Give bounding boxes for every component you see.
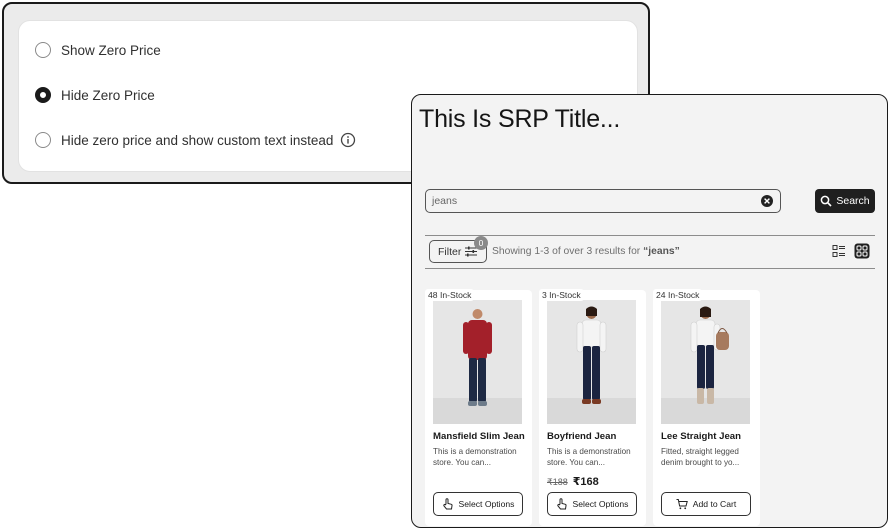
pointer-hand-icon bbox=[556, 498, 568, 510]
radio-button-checked[interactable] bbox=[35, 87, 51, 103]
divider bbox=[425, 235, 875, 236]
compare-at-price: ₹188 bbox=[547, 477, 568, 487]
filter-count-badge: 0 bbox=[474, 236, 488, 250]
product-name[interactable]: Lee Straight Jean bbox=[661, 431, 741, 442]
search-button-label: Search bbox=[836, 195, 870, 207]
product-card[interactable]: 24 In-Stock Lee Straight Jean Fitted, st… bbox=[653, 289, 760, 526]
radio-label: Hide zero price and show custom text ins… bbox=[61, 132, 334, 148]
radio-button-unchecked[interactable] bbox=[35, 42, 51, 58]
results-summary-text: Showing 1-3 of over 3 results for bbox=[492, 246, 644, 257]
model-figure bbox=[463, 309, 492, 406]
button-label: Select Options bbox=[458, 499, 515, 509]
product-card[interactable]: 48 In-Stock Mansfield Slim Jean This is … bbox=[425, 289, 532, 526]
results-query: “jeans” bbox=[643, 246, 680, 257]
select-options-button[interactable]: Select Options bbox=[433, 492, 523, 516]
radio-option-custom-text[interactable]: Hide zero price and show custom text ins… bbox=[35, 132, 356, 148]
stock-badge: 48 In-Stock bbox=[425, 289, 475, 301]
cart-icon bbox=[676, 498, 688, 510]
product-card[interactable]: 3 In-Stock Boyfriend Jean This is a demo… bbox=[539, 289, 646, 526]
radio-option-hide-zero-price[interactable]: Hide Zero Price bbox=[35, 87, 155, 103]
search-input[interactable]: jeans bbox=[425, 189, 781, 213]
model-figure bbox=[576, 306, 607, 404]
radio-button-unchecked[interactable] bbox=[35, 132, 51, 148]
stock-badge: 24 In-Stock bbox=[653, 289, 703, 301]
stock-badge: 3 In-Stock bbox=[539, 289, 584, 301]
button-label: Select Options bbox=[572, 499, 629, 509]
button-label: Add to Cart bbox=[692, 499, 737, 509]
divider bbox=[425, 268, 875, 269]
product-description: This is a demonstration store. You can..… bbox=[433, 447, 517, 467]
model-figure bbox=[690, 306, 729, 404]
product-name[interactable]: Boyfriend Jean bbox=[547, 431, 616, 442]
price-row: ₹188 ₹168 bbox=[547, 475, 599, 488]
product-image[interactable] bbox=[433, 300, 522, 424]
radio-label: Hide Zero Price bbox=[61, 87, 155, 103]
product-description: Fitted, straight legged denim brought to… bbox=[661, 447, 740, 467]
sale-price: ₹168 bbox=[572, 476, 599, 488]
add-to-cart-button[interactable]: Add to Cart bbox=[661, 492, 751, 516]
search-icon bbox=[820, 195, 832, 207]
grid-view-icon[interactable] bbox=[854, 243, 870, 259]
filter-label: Filter bbox=[438, 245, 462, 258]
search-button[interactable]: Search bbox=[815, 189, 875, 213]
radio-option-show-zero-price[interactable]: Show Zero Price bbox=[35, 42, 161, 58]
pointer-hand-icon bbox=[442, 498, 454, 510]
search-results-page-preview: This Is SRP Title... jeans Search Filter… bbox=[411, 94, 888, 528]
product-description: This is a demonstration store. You can..… bbox=[547, 447, 631, 467]
product-image[interactable] bbox=[661, 300, 750, 424]
list-view-icon[interactable] bbox=[832, 244, 846, 258]
clear-icon[interactable] bbox=[760, 194, 774, 208]
select-options-button[interactable]: Select Options bbox=[547, 492, 637, 516]
radio-label: Show Zero Price bbox=[61, 42, 161, 58]
search-input-value[interactable]: jeans bbox=[432, 195, 760, 207]
product-image[interactable] bbox=[547, 300, 636, 424]
results-summary: Showing 1-3 of over 3 results for “jeans… bbox=[492, 246, 680, 257]
page-title: This Is SRP Title... bbox=[419, 105, 621, 133]
product-name[interactable]: Mansfield Slim Jean bbox=[433, 431, 525, 442]
info-icon[interactable] bbox=[340, 132, 356, 148]
